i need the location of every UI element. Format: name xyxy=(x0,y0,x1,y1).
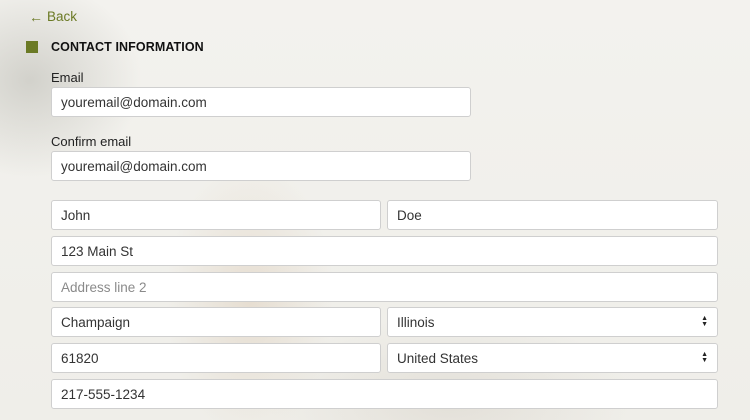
state-select[interactable]: Illinois ▲ ▼ xyxy=(387,307,718,337)
section-header: CONTACT INFORMATION xyxy=(26,40,204,54)
address-line-2-field[interactable] xyxy=(51,272,718,302)
arrow-left-icon: ← xyxy=(29,8,43,25)
country-select-value: United States xyxy=(397,350,479,366)
email-label: Email xyxy=(51,70,84,85)
select-arrows-icon: ▲ ▼ xyxy=(701,315,708,328)
state-select-value: Illinois xyxy=(397,314,435,330)
back-link-label: Back xyxy=(47,9,78,24)
phone-field[interactable] xyxy=(51,379,718,409)
contact-form-page: ← Back CONTACT INFORMATION Email Confirm… xyxy=(0,0,750,420)
zip-code-field[interactable] xyxy=(51,343,381,373)
section-marker-icon xyxy=(26,41,38,53)
section-title: CONTACT INFORMATION xyxy=(51,40,204,54)
confirm-email-field[interactable] xyxy=(51,151,471,181)
back-link[interactable]: ← Back xyxy=(29,9,77,24)
address-line-1-field[interactable] xyxy=(51,236,718,266)
email-field[interactable] xyxy=(51,87,471,117)
first-name-field[interactable] xyxy=(51,200,381,230)
select-arrows-icon: ▲ ▼ xyxy=(701,351,708,364)
city-field[interactable] xyxy=(51,307,381,337)
confirm-email-label: Confirm email xyxy=(51,134,132,149)
last-name-field[interactable] xyxy=(387,200,718,230)
country-select[interactable]: United States ▲ ▼ xyxy=(387,343,718,373)
